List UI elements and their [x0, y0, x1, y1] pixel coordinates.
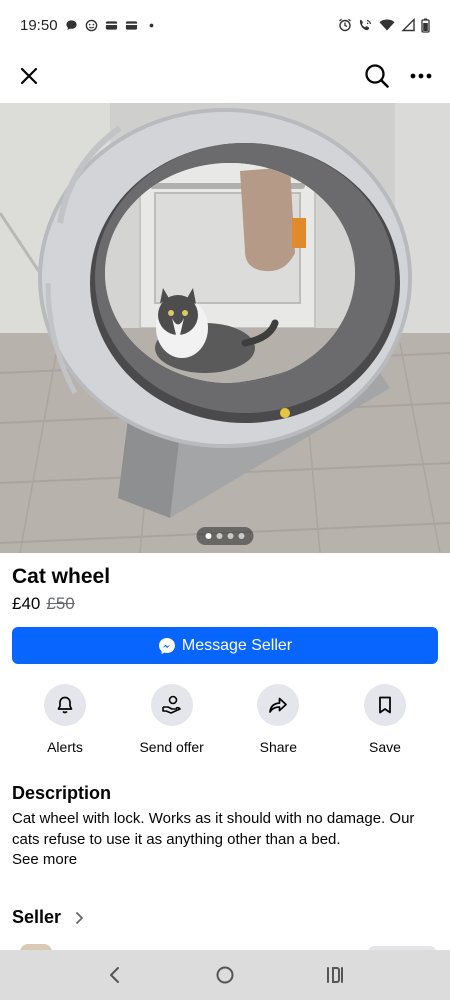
wifi-calling-icon — [359, 19, 372, 31]
system-back-button[interactable] — [95, 955, 135, 995]
seller-heading: Seller — [12, 907, 62, 927]
system-home-button[interactable] — [205, 955, 245, 995]
wifi-icon — [379, 19, 395, 31]
send-offer-circle — [150, 684, 193, 726]
send-offer-label: Send offer — [139, 739, 204, 755]
search-icon — [365, 64, 389, 88]
bookmark-icon — [379, 696, 391, 714]
system-recents-button[interactable] — [315, 955, 355, 995]
seller-section-header[interactable]: Seller — [12, 907, 84, 928]
chat-bubble-icon — [65, 19, 77, 30]
alerts-button[interactable]: Alerts — [12, 684, 118, 755]
alerts-circle — [44, 684, 86, 726]
message-seller-label: Message Seller — [181, 636, 293, 654]
save-circle — [363, 684, 406, 726]
carousel-dot — [205, 533, 212, 539]
face-icon — [85, 19, 97, 31]
action-row: Alerts Send offer Share Save — [12, 684, 438, 755]
home-icon — [216, 966, 234, 984]
status-time: 19:50 — [20, 16, 58, 34]
status-bar: 19:50 — [0, 0, 450, 50]
listing-photo-carousel[interactable] — [0, 103, 450, 553]
card-icon — [105, 20, 117, 30]
share-button[interactable]: Share — [225, 684, 331, 755]
original-price: £50 — [46, 594, 75, 613]
more-button[interactable] — [404, 59, 438, 93]
back-icon — [110, 967, 119, 983]
card-icon — [125, 20, 137, 30]
carousel-dot — [216, 533, 223, 539]
send-offer-icon — [161, 695, 181, 714]
message-seller-button[interactable]: Message Seller — [12, 627, 438, 664]
search-button[interactable] — [360, 59, 394, 93]
status-left: 19:50 — [20, 17, 158, 34]
see-more-link[interactable]: See more — [12, 851, 77, 868]
bell-icon — [57, 696, 73, 714]
nav-right — [360, 59, 438, 93]
save-label: Save — [369, 739, 401, 755]
listing-title: Cat wheel — [12, 565, 111, 588]
more-icon — [410, 73, 432, 79]
current-price: £40 — [12, 594, 41, 613]
send-offer-button[interactable]: Send offer — [119, 684, 225, 755]
close-button[interactable] — [12, 59, 46, 93]
recents-icon — [327, 967, 343, 983]
battery-icon — [421, 18, 430, 33]
description-heading: Description — [12, 783, 112, 803]
close-icon — [20, 67, 38, 85]
share-icon — [269, 697, 288, 713]
price-row: £40 £50 — [12, 594, 75, 614]
listing-photo — [0, 103, 450, 553]
share-circle — [257, 684, 300, 726]
alerts-label: Alerts — [47, 739, 83, 755]
share-label: Share — [259, 739, 297, 755]
save-button[interactable]: Save — [332, 684, 438, 755]
description-body: Cat wheel with lock. Works as it should … — [12, 810, 415, 848]
dot-icon — [149, 23, 153, 27]
status-right — [338, 18, 430, 33]
messenger-icon — [158, 637, 175, 654]
alarm-icon — [339, 18, 351, 32]
system-nav-bar — [0, 950, 450, 1000]
signal-icon — [401, 18, 415, 32]
top-nav — [0, 50, 450, 102]
carousel-dot — [238, 533, 245, 539]
carousel-dot — [227, 533, 234, 539]
carousel-indicator — [196, 527, 254, 545]
chevron-right-icon — [76, 911, 83, 924]
